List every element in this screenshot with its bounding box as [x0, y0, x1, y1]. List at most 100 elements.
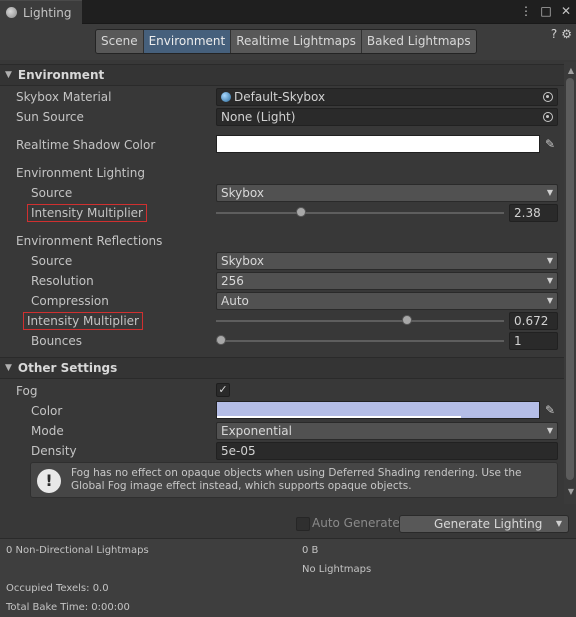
other-settings-section-header[interactable]: ▼ Other Settings: [0, 357, 564, 379]
material-icon: [221, 92, 231, 102]
scrollbar-thumb[interactable]: [566, 78, 574, 480]
compression-dropdown[interactable]: Auto ▼: [216, 292, 558, 310]
dropdown-arrow-icon: ▼: [546, 256, 553, 265]
fog-density-label: Density: [31, 444, 77, 458]
close-icon[interactable]: ✕: [560, 3, 572, 19]
fog-color-label: Color: [31, 404, 63, 418]
lighting-intensity-slider-thumb[interactable]: [295, 207, 306, 217]
dropdown-arrow-icon: ▼: [546, 426, 553, 435]
compression-value: Auto: [221, 294, 249, 308]
lighting-intensity-label: Intensity Multiplier: [27, 204, 147, 222]
fog-help-text: Fog has no effect on opaque objects when…: [71, 467, 522, 492]
object-picker-icon[interactable]: [540, 109, 556, 125]
environment-section-header[interactable]: ▼ Environment: [0, 64, 564, 86]
tab-realtime-lightmaps[interactable]: Realtime Lightmaps: [231, 30, 362, 53]
settings-icon[interactable]: ⚙: [561, 27, 572, 41]
fog-mode-dropdown[interactable]: Exponential ▼: [216, 422, 558, 440]
reflection-source-dropdown[interactable]: Skybox ▼: [216, 252, 558, 270]
reflection-source-label: Source: [31, 254, 73, 268]
lighting-toolbar: Scene Environment Realtime Lightmaps Bak…: [0, 24, 576, 60]
skybox-material-label: Skybox Material: [16, 90, 112, 104]
bounces-label: Bounces: [31, 334, 83, 348]
lighting-tabs: Scene Environment Realtime Lightmaps Bak…: [95, 29, 477, 54]
generate-lighting-row: Auto Generate Generate Lighting ▼: [0, 514, 576, 536]
resolution-value: 256: [221, 274, 244, 288]
shadow-color-label: Realtime Shadow Color: [16, 138, 156, 152]
sun-source-field[interactable]: None (Light): [216, 108, 558, 126]
dropdown-arrow-icon[interactable]: ▼: [556, 516, 562, 532]
no-lightmaps-stat: No Lightmaps: [302, 564, 372, 575]
reflection-intensity-input[interactable]: 0.672: [509, 312, 558, 330]
auto-generate-label: Auto Generate: [312, 516, 400, 530]
bounces-value: 1: [514, 334, 522, 348]
fog-label: Fog: [16, 384, 38, 398]
toolbar-icons: ? ⚙: [551, 27, 572, 41]
checkmark-icon: ✓: [218, 383, 228, 396]
reflection-intensity-label: Intensity Multiplier: [23, 312, 143, 330]
fog-color-field[interactable]: [216, 401, 540, 419]
generate-lighting-button[interactable]: Generate Lighting ▼: [399, 515, 569, 533]
lighting-inspector: ▼ Environment Skybox Material Default-Sk…: [0, 62, 564, 514]
fog-mode-value: Exponential: [221, 424, 292, 438]
lighting-source-dropdown[interactable]: Skybox ▼: [216, 184, 558, 202]
occupied-texels-stat: Occupied Texels: 0.0: [6, 583, 109, 594]
fog-checkbox[interactable]: ✓: [216, 383, 230, 397]
fog-density-input[interactable]: 5e-05: [216, 442, 558, 460]
resolution-dropdown[interactable]: 256 ▼: [216, 272, 558, 290]
sun-source-value: None (Light): [221, 110, 296, 124]
lightmap-size-stat: 0 B: [302, 545, 319, 556]
window-titlebar: Lighting ⋮ □ ✕: [0, 0, 576, 24]
dropdown-arrow-icon: ▼: [546, 276, 553, 285]
dropdown-arrow-icon: ▼: [546, 296, 553, 305]
shadow-color-field[interactable]: [216, 135, 540, 153]
scroll-up-arrow-icon[interactable]: ▲: [568, 66, 574, 75]
dropdown-arrow-icon: ▼: [546, 188, 553, 197]
lighting-icon: [6, 7, 17, 18]
lighting-source-value: Skybox: [221, 186, 264, 200]
lightmap-stats-panel: 0 Non-Directional Lightmaps 0 B No Light…: [0, 538, 576, 617]
lighting-intensity-input[interactable]: 2.38: [509, 204, 558, 222]
fog-mode-label: Mode: [31, 424, 64, 438]
resolution-label: Resolution: [31, 274, 94, 288]
other-settings-header-label: Other Settings: [17, 361, 118, 375]
lighting-intensity-slider[interactable]: [216, 212, 504, 214]
auto-generate-checkbox[interactable]: [296, 517, 310, 531]
window-controls: ⋮ □ ✕: [520, 3, 572, 19]
eyedropper-icon[interactable]: ✎: [541, 401, 559, 419]
tab-scene[interactable]: Scene: [96, 30, 144, 53]
environment-lighting-label: Environment Lighting: [16, 166, 145, 180]
skybox-material-value: Default-Skybox: [234, 90, 326, 104]
generate-lighting-label: Generate Lighting: [434, 517, 543, 531]
reflection-intensity-slider[interactable]: [216, 320, 504, 322]
skybox-material-field[interactable]: Default-Skybox: [216, 88, 558, 106]
foldout-expanded-icon: ▼: [5, 70, 12, 80]
bounces-slider-thumb[interactable]: [216, 335, 226, 345]
maximize-icon[interactable]: □: [540, 3, 552, 19]
compression-label: Compression: [31, 294, 109, 308]
eyedropper-icon[interactable]: ✎: [541, 135, 559, 153]
object-picker-icon[interactable]: [540, 89, 556, 105]
bounces-input[interactable]: 1: [509, 332, 558, 350]
environment-header-label: Environment: [17, 68, 105, 82]
bounces-slider[interactable]: [216, 340, 504, 342]
lighting-source-label: Source: [31, 186, 73, 200]
lighting-intensity-value: 2.38: [514, 206, 541, 220]
info-icon: !: [37, 469, 61, 493]
non-directional-lightmaps-stat: 0 Non-Directional Lightmaps: [6, 545, 149, 556]
more-options-icon[interactable]: ⋮: [520, 3, 532, 19]
reflection-intensity-value: 0.672: [514, 314, 549, 328]
fog-help-box: ! Fog has no effect on opaque objects wh…: [30, 462, 558, 498]
fog-density-value: 5e-05: [221, 444, 256, 458]
reflection-source-value: Skybox: [221, 254, 264, 268]
reflection-intensity-slider-thumb[interactable]: [402, 315, 413, 325]
tab-baked-lightmaps[interactable]: Baked Lightmaps: [361, 30, 476, 53]
tab-title: Lighting: [23, 5, 72, 20]
total-bake-time-stat: Total Bake Time: 0:00:00: [6, 602, 130, 613]
help-icon[interactable]: ?: [551, 27, 557, 41]
fog-color-alpha-bar: [217, 416, 461, 418]
scroll-down-arrow-icon[interactable]: ▼: [568, 487, 574, 496]
foldout-expanded-icon: ▼: [5, 363, 12, 373]
lighting-window-tab[interactable]: Lighting: [0, 0, 82, 24]
tab-environment[interactable]: Environment: [143, 30, 232, 53]
sun-source-label: Sun Source: [16, 110, 84, 124]
